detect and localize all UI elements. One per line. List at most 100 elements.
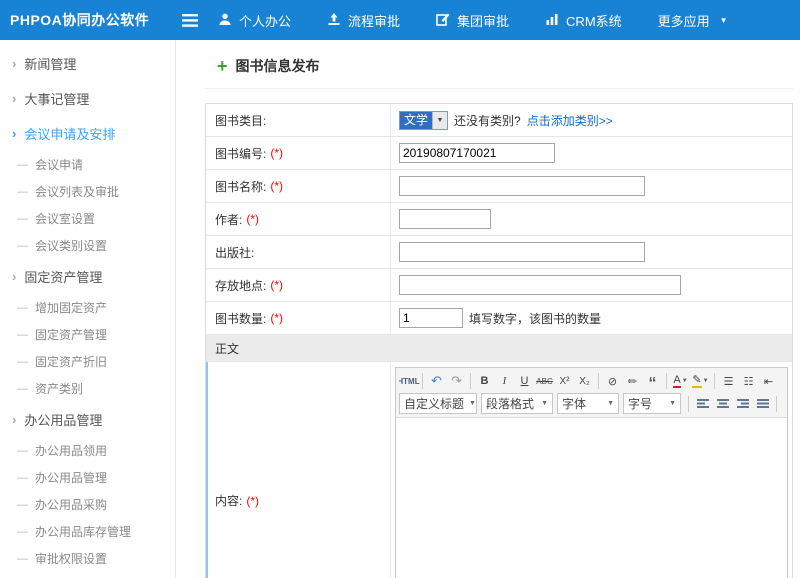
underline-button[interactable]: U [515, 371, 534, 391]
publisher-input[interactable] [399, 242, 645, 262]
font-color-button[interactable]: A ▼ [671, 371, 690, 391]
book-number-label: 图书编号: (*) [206, 137, 391, 169]
link-icon [784, 398, 785, 410]
chevron-right-icon: › [12, 126, 16, 141]
quantity-input[interactable] [399, 308, 463, 328]
sidebar-item-meeting-room-settings[interactable]: — 会议室设置 [0, 205, 175, 232]
nav-item-crm[interactable]: CRM系统 [545, 11, 622, 30]
sidebar-item-approval-permission-settings[interactable]: — 审批权限设置 [0, 545, 175, 572]
paragraph-format-value: 段落格式 [486, 395, 534, 412]
sidebar-group-fixed-assets[interactable]: › 固定资产管理 [0, 259, 175, 294]
dash-icon: — [17, 159, 28, 171]
sidebar-group-news[interactable]: › 新闻管理 [0, 46, 175, 81]
sidebar-item-supplies-inventory[interactable]: — 办公用品库存管理 [0, 518, 175, 545]
remove-format-button[interactable]: ⊘ [603, 371, 622, 391]
edit-square-icon [436, 12, 450, 29]
unordered-list-button[interactable]: ☰ [719, 371, 738, 391]
superscript-button[interactable]: X² [555, 371, 574, 391]
app-logo[interactable]: PHPOA协同办公软件 [0, 10, 176, 30]
dash-icon: — [17, 302, 28, 314]
sidebar-item-supplies-management[interactable]: — 办公用品管理 [0, 464, 175, 491]
sidebar-item-meeting-list-approval[interactable]: — 会议列表及审批 [0, 178, 175, 205]
book-publish-form: 图书类目: 文学 ▼ 还没有类别? 点击添加类别>> 图书编号: [205, 103, 793, 578]
book-name-input[interactable] [399, 176, 645, 196]
font-family-value: 字体 [562, 395, 586, 412]
indent-button[interactable]: ⇥ [779, 371, 784, 391]
sidebar-item-supplies-purchase[interactable]: — 办公用品采购 [0, 491, 175, 518]
dash-icon: — [17, 383, 28, 395]
sidebar-item-supplies-requisition[interactable]: — 办公用品领用 [0, 437, 175, 464]
add-category-link[interactable]: 点击添加类别>> [527, 112, 613, 129]
sidebar-item-label: 固定资产管理 [35, 326, 107, 343]
copy-format-button[interactable]: ✏ [623, 371, 642, 391]
paragraph-format-select[interactable]: 段落格式 ▼ [481, 393, 553, 414]
outdent-button[interactable]: ⇤ [759, 371, 778, 391]
toolbar-separator [688, 396, 689, 412]
chevron-right-icon: › [12, 412, 16, 427]
editor-content-area[interactable] [396, 418, 787, 578]
location-field [391, 270, 792, 300]
sidebar: › 新闻管理 › 大事记管理 › 会议申请及安排 — 会议申请 — 会议列表及审… [0, 40, 176, 578]
form-row-book-number: 图书编号: (*) [206, 137, 792, 170]
sidebar-item-fixed-asset-depreciation[interactable]: — 固定资产折旧 [0, 348, 175, 375]
sidebar-group-meetings[interactable]: › 会议申请及安排 [0, 116, 175, 151]
hamburger-bars [182, 14, 198, 27]
undo-button[interactable]: ↶ [427, 371, 446, 391]
required-mark: (*) [246, 212, 259, 226]
publisher-field [391, 237, 792, 267]
strikethrough-button[interactable]: ABC [535, 371, 554, 391]
align-center-button[interactable] [713, 394, 732, 414]
sidebar-group-events[interactable]: › 大事记管理 [0, 81, 175, 116]
category-hint: 还没有类别? [454, 112, 521, 129]
subscript-button[interactable]: X₂ [575, 371, 594, 391]
dash-icon: — [17, 356, 28, 368]
align-right-button[interactable] [733, 394, 752, 414]
sidebar-item-add-fixed-asset[interactable]: — 增加固定资产 [0, 294, 175, 321]
dash-icon: — [17, 445, 28, 457]
font-family-select[interactable]: 字体 ▼ [557, 393, 619, 414]
book-number-input[interactable] [399, 143, 555, 163]
heading-select[interactable]: 自定义标题 ▼ [399, 393, 477, 414]
label-text: 内容: [215, 492, 242, 509]
nav-label: CRM系统 [566, 11, 622, 30]
html-source-button[interactable]: HTML [399, 371, 418, 391]
editor-toolbar: HTML ↶ ↷ B I U ABC X² [396, 368, 787, 418]
insert-link-button[interactable] [781, 394, 784, 414]
sidebar-item-meeting-category-settings[interactable]: — 会议类别设置 [0, 232, 175, 259]
redo-button[interactable]: ↷ [447, 371, 466, 391]
sidebar-item-meeting-application[interactable]: — 会议申请 [0, 151, 175, 178]
caret-down-icon: ▼ [682, 378, 688, 384]
quantity-hint: 填写数字，该图书的数量 [469, 310, 601, 327]
dash-icon: — [17, 472, 28, 484]
sidebar-item-supplies-category-settings[interactable]: — 办公用品分类设置 [0, 572, 175, 578]
sidebar-group-office-supplies[interactable]: › 办公用品管理 [0, 402, 175, 437]
sidebar-item-fixed-asset-management[interactable]: — 固定资产管理 [0, 321, 175, 348]
category-select[interactable]: 文学 ▼ [399, 111, 448, 130]
heading-select-value: 自定义标题 [404, 395, 464, 412]
nav-item-more-apps[interactable]: 更多应用 ▼ [658, 11, 728, 30]
label-text: 图书数量: [215, 310, 266, 327]
align-left-icon [696, 398, 710, 410]
italic-button[interactable]: I [495, 371, 514, 391]
blockquote-button[interactable]: “ [643, 371, 662, 391]
category-select-value: 文学 [400, 112, 432, 129]
author-input[interactable] [399, 209, 491, 229]
highlight-color-button[interactable]: ✎ ▼ [691, 371, 710, 391]
book-name-field [391, 171, 792, 201]
font-color-icon: A [673, 375, 680, 388]
nav-item-workflow-approval[interactable]: 流程审批 [327, 11, 400, 30]
align-justify-button[interactable] [753, 394, 772, 414]
sidebar-group-label: 办公用品管理 [24, 410, 102, 429]
hamburger-menu-icon[interactable] [176, 14, 218, 27]
nav-item-group-approval[interactable]: 集团审批 [436, 11, 509, 30]
book-name-label: 图书名称: (*) [206, 170, 391, 202]
rich-text-editor: HTML ↶ ↷ B I U ABC X² [395, 367, 788, 578]
font-size-select[interactable]: 字号 ▼ [623, 393, 681, 414]
location-input[interactable] [399, 275, 681, 295]
nav-item-personal-office[interactable]: 个人办公 [218, 11, 291, 30]
ordered-list-button[interactable]: ☷ [739, 371, 758, 391]
sidebar-item-asset-category[interactable]: — 资产类别 [0, 375, 175, 402]
bold-button[interactable]: B [475, 371, 494, 391]
label-text: 图书编号: [215, 145, 266, 162]
align-left-button[interactable] [693, 394, 712, 414]
